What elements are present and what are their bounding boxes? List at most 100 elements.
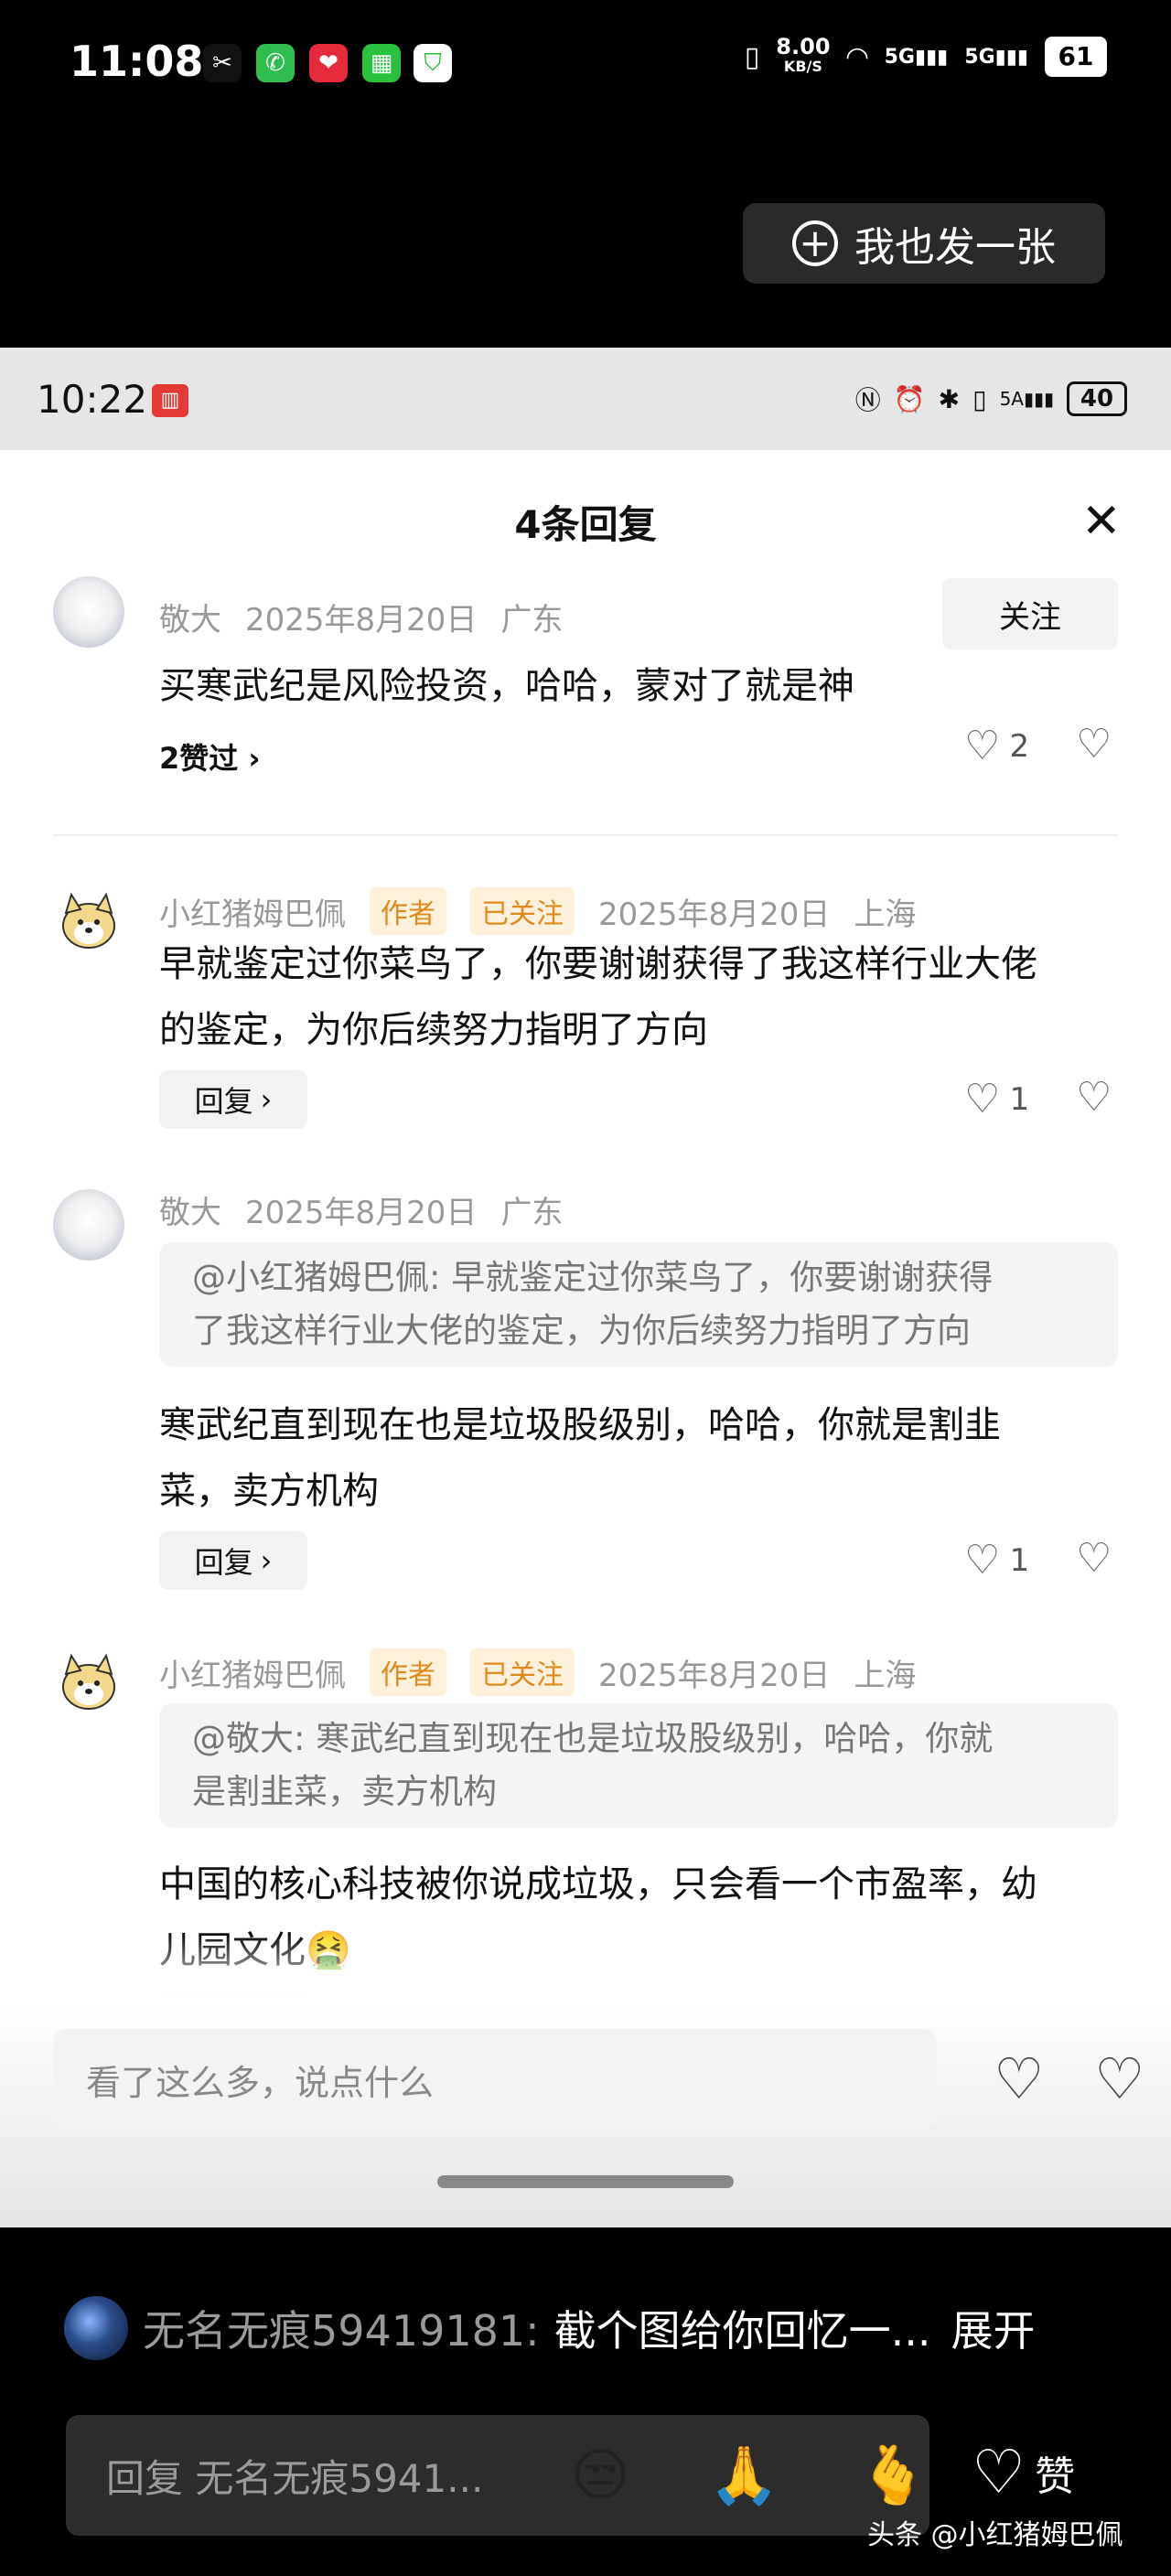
like-icon[interactable]: ♡ [994,2051,1045,2108]
comment-location: 广东 [500,602,564,639]
doge-avatar-icon [62,892,115,949]
comment-date: 2025年8月20日 [245,1195,478,1231]
like-count: 1 [1009,1081,1030,1118]
reply-label: 回复 [194,1084,253,1119]
avatar[interactable] [53,1189,124,1261]
status-indicators: ▯ 8.00 KB/S ◠ 5G▮▮▮ 5G▮▮▮ 61 [744,34,1107,77]
like-label: 赞 [1035,2453,1076,2500]
heart-icon: ♡ [964,1076,1001,1122]
post-too-button[interactable]: + 我也发一张 [743,203,1105,284]
like-button[interactable]: ♡ 1 [964,1540,1029,1581]
signal-1-label: 5G [884,45,915,69]
comment-text-line: 早就鉴定过你菜鸟了，你要谢谢获得了我这样行业大佬 [159,943,1037,985]
follow-button[interactable]: 关注 [942,578,1118,649]
dislike-icon[interactable]: ♡ [1076,724,1112,765]
followed-badge: 已关注 [470,1648,575,1696]
app-icon-green: ▦ [362,44,401,82]
comment-text: 早就鉴定过你菜鸟了，你要谢谢获得了我这样行业大佬 的鉴定，为你后续努力指明了方向 [159,931,1037,1063]
like-button[interactable]: ♡ 2 [964,726,1029,767]
security-app-icon: ⛉ [414,44,452,82]
heart-icon: ♡ [964,723,1001,769]
vibrate-icon: ▯ [744,40,760,73]
avatar[interactable] [53,1648,124,1720]
app-icon-capcut: ✂ [203,44,242,82]
dislike-icon[interactable]: ♡ [1076,1078,1112,1118]
reply-input[interactable]: 回复 无名无痕5941... 😒 🙏 🫰 [66,2415,929,2536]
comment-meta: 小红猪姆巴佩 作者 已关注 2025年8月20日 上海 [159,1648,916,1696]
current-comment[interactable]: 无名无痕59419181: 截个图给你回忆一... 展开 [64,2296,1036,2360]
chevron-right-icon: › [260,1543,273,1578]
reply-button[interactable]: 回复 › [159,1070,307,1129]
like-count: 2 [1009,728,1030,765]
post-too-label: 我也发一张 [854,224,1056,271]
heart-icon: ♡ [964,1537,1001,1583]
inner-status-bar: 10:22 ▥ Ⓝ ⏰ ✱ ▯ 5A▮▮▮ 40 [0,348,1171,450]
doge-avatar-icon [62,1653,115,1710]
signal-2-label: 5G [964,45,995,69]
divider [53,834,1118,836]
quoted-comment: @敬大: 寒武纪直到现在也是垃圾股级别，哈哈，你就 是割韭菜，卖方机构 [159,1703,1118,1828]
inner-net-label: 5A [999,388,1024,410]
comment-username[interactable]: 无名无痕59419181: [143,2298,540,2358]
quote-line: 了我这样行业大佬的鉴定，为你后续努力指明了方向 [192,1311,971,1350]
emoji-finger-heart[interactable]: 🫰 [858,2447,929,2504]
comment-location: 上海 [854,896,917,933]
author-name[interactable]: 敬大 [159,595,221,639]
net-speed-unit: KB/S [783,58,822,75]
quote-line: @敬大: 寒武纪直到现在也是垃圾股级别，哈哈，你就 [192,1719,994,1758]
sheet-title: 4条回复 [514,502,657,547]
wifi-icon: ◠ [846,40,868,73]
reply-label: 回复 [194,1545,253,1580]
app-icon-red: ❤ [309,44,348,82]
quoted-comment: @小红猪姆巴佩: 早就鉴定过你菜鸟了，你要谢谢获得 了我这样行业大佬的鉴定，为你… [159,1242,1118,1367]
comment-location: 广东 [500,1195,564,1231]
alarm-icon: ⏰ [893,383,926,414]
nfc-icon: Ⓝ [854,385,881,415]
like-button[interactable]: ♡ 1 [964,1079,1029,1120]
comment-meta: 敬大 2025年8月20日 广东 [159,595,563,639]
comment-meta: 敬大 2025年8月20日 广东 [159,1187,563,1232]
reply-placeholder: 回复 无名无痕5941... [106,2455,484,2501]
liked-by-label: 2赞过 [159,741,239,776]
comment-meta: 小红猪姆巴佩 作者 已关注 2025年8月20日 上海 [159,887,916,935]
comment-date: 2025年8月20日 [598,896,831,933]
dislike-icon[interactable]: ♡ [1094,2051,1145,2108]
comment-text: 买寒武纪是风险投资，哈哈，蒙对了就是神 [159,665,854,707]
comment-text-line: 的鉴定，为你后续努力指明了方向 [159,1009,708,1051]
net-speed: 8.00 KB/S [776,34,831,77]
plus-circle-icon: + [792,220,838,266]
dislike-icon[interactable]: ♡ [1076,1539,1112,1579]
phone-app-icon: ✆ [256,44,295,82]
like-post-button[interactable]: ♡ 赞 [972,2442,1075,2503]
author-badge: 作者 [370,1648,446,1696]
scroll-fade [0,1936,1171,2009]
outer-status-bar: 11:08 ✂ ✆ ❤ ▦ ⛉ ▯ 8.00 KB/S ◠ 5G▮▮▮ 5G▮▮… [0,0,1171,128]
watermark: 头条 @小红猪姆巴佩 [867,2519,1123,2551]
liked-by-link[interactable]: 2赞过 › [159,735,261,778]
close-icon[interactable]: ✕ [1081,498,1122,545]
comment-date: 2025年8月20日 [598,1657,831,1694]
expand-link[interactable]: 展开 [951,2298,1036,2358]
quote-line: @小红猪姆巴佩: 早就鉴定过你菜鸟了，你要谢谢获得 [192,1258,994,1297]
inner-clock: 10:22 [37,377,148,422]
avatar[interactable] [64,2296,128,2360]
comment-text-line: 中国的核心科技被你说成垃圾，只会看一个市盈率，幼 [159,1863,1037,1905]
author-name[interactable]: 小红猪姆巴佩 [159,889,346,934]
vibrate-icon-2: ▯ [972,383,987,414]
home-indicator [437,2175,734,2188]
heart-icon: ♡ [972,2437,1026,2507]
net-speed-value: 8.00 [776,34,831,59]
comment-input[interactable]: 看了这么多，说点什么 [53,2029,937,2130]
avatar[interactable] [53,576,124,648]
author-name[interactable]: 敬大 [159,1187,221,1232]
inner-battery-icon: 40 [1067,381,1127,416]
avatar[interactable] [53,887,124,959]
comment-screenshot: 10:22 ▥ Ⓝ ⏰ ✱ ▯ 5A▮▮▮ 40 4条回复 ✕ 敬大 2025年… [0,348,1171,2227]
emoji-unamused[interactable]: 😒 [571,2447,630,2504]
like-count: 1 [1009,1542,1030,1579]
author-badge: 作者 [370,887,446,935]
signal-2-icon: 5G▮▮▮ [964,45,1028,69]
reply-button[interactable]: 回复 › [159,1531,307,1590]
author-name[interactable]: 小红猪姆巴佩 [159,1650,346,1695]
emoji-pray[interactable]: 🙏 [709,2447,779,2504]
